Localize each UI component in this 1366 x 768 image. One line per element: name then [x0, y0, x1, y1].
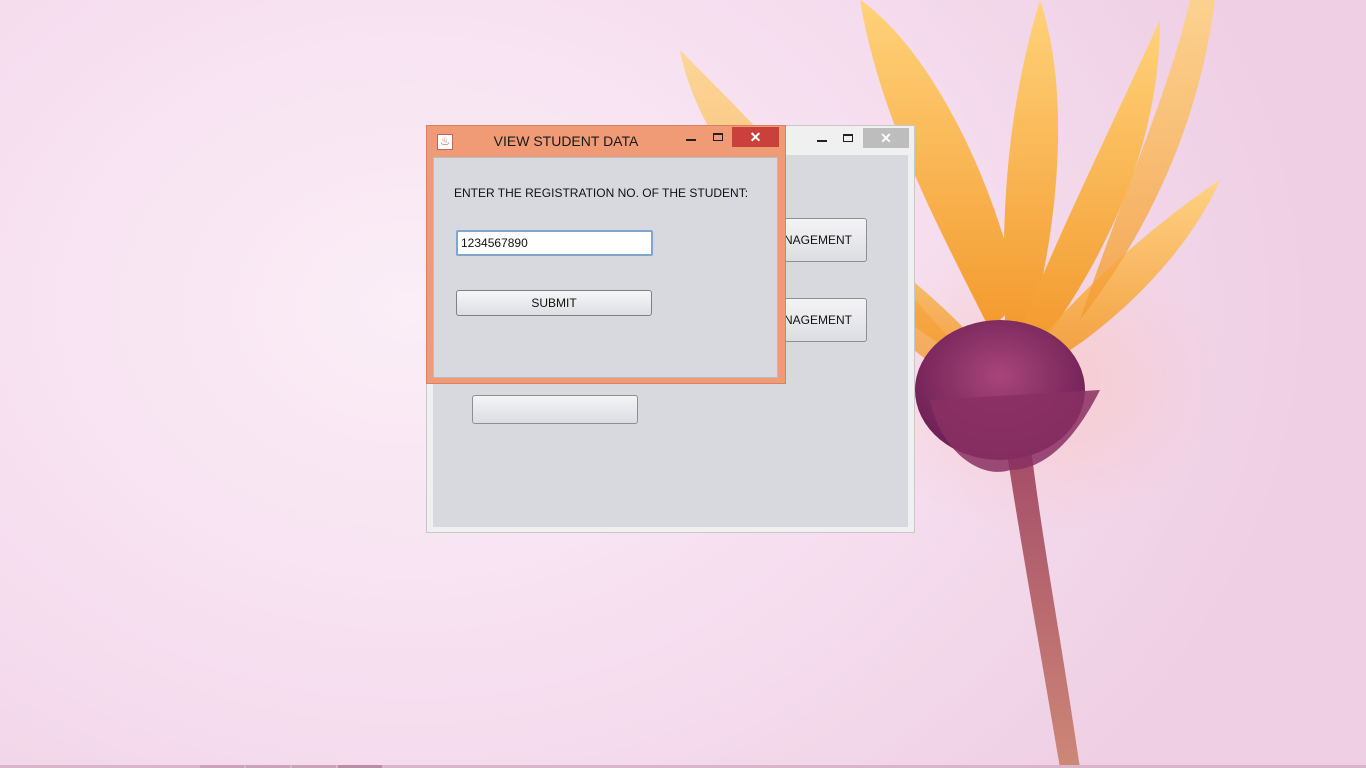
management-button-2-label: NAGEMENT — [783, 313, 852, 327]
minimize-icon — [817, 140, 827, 142]
registration-prompt-label: ENTER THE REGISTRATION NO. OF THE STUDEN… — [454, 186, 749, 200]
dialog-maximize-button[interactable] — [705, 127, 731, 147]
dialog-title: VIEW STUDENT DATA — [493, 133, 639, 149]
maximize-icon — [713, 133, 723, 141]
dialog-minimize-button[interactable] — [678, 127, 704, 147]
minimize-icon — [686, 139, 696, 141]
management-button-1-label: NAGEMENT — [783, 233, 852, 247]
maximize-icon — [843, 134, 853, 142]
close-icon: ✕ — [749, 128, 762, 145]
main-close-button[interactable]: ✕ — [863, 128, 909, 148]
dialog-content: ENTER THE REGISTRATION NO. OF THE STUDEN… — [433, 157, 778, 378]
registration-number-input[interactable] — [456, 230, 653, 256]
close-icon: ✕ — [880, 129, 892, 146]
main-window-button-3[interactable] — [472, 395, 638, 424]
main-minimize-button[interactable] — [809, 128, 835, 148]
view-student-data-dialog: ♨ VIEW STUDENT DATA ✕ ENTER THE REGISTRA… — [426, 125, 786, 384]
submit-button[interactable]: SUBMIT — [456, 290, 652, 316]
dialog-close-button[interactable]: ✕ — [732, 127, 779, 147]
main-maximize-button[interactable] — [835, 128, 861, 148]
